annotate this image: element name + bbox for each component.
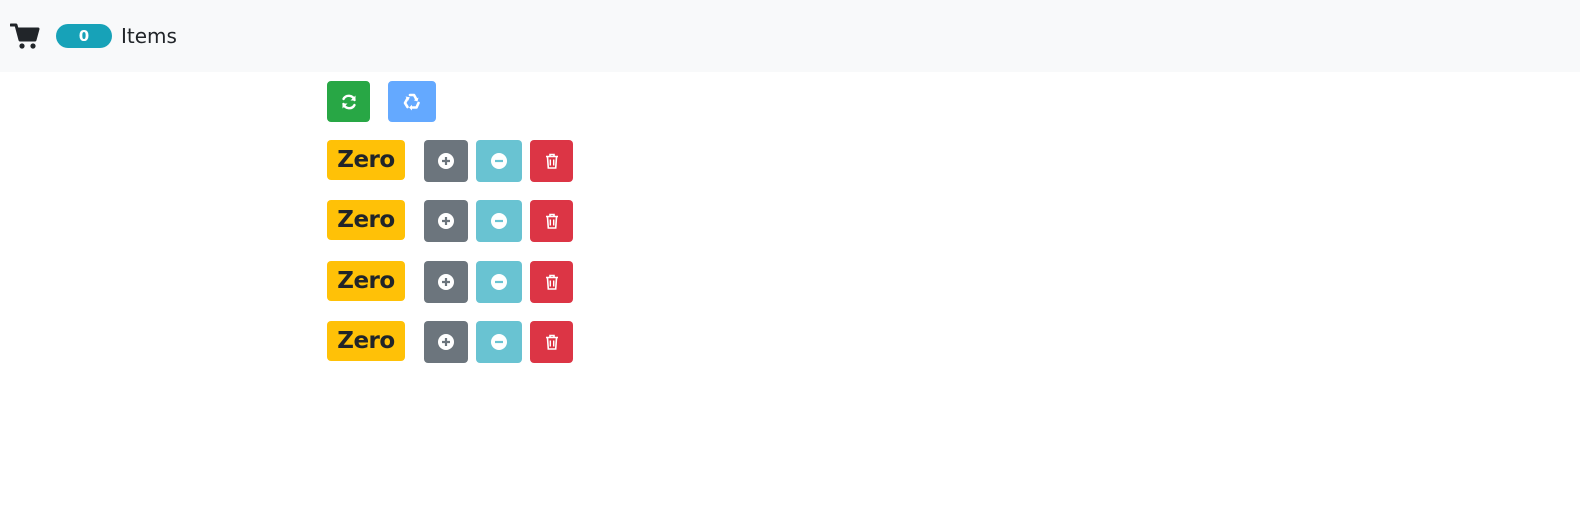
counter-row: Zero <box>0 321 1580 363</box>
counter-row: Zero <box>0 200 1580 242</box>
counter-row: Zero <box>0 140 1580 182</box>
minus-circle-icon <box>491 334 507 350</box>
trash-icon <box>545 213 559 229</box>
plus-circle-icon <box>438 334 454 350</box>
plus-circle-icon <box>438 213 454 229</box>
trash-icon <box>545 274 559 290</box>
trash-icon <box>545 334 559 350</box>
refresh-icon <box>340 93 358 111</box>
increment-button[interactable] <box>424 140 468 182</box>
plus-circle-icon <box>438 274 454 290</box>
increment-button[interactable] <box>424 200 468 242</box>
minus-circle-icon <box>491 213 507 229</box>
counter-value-badge: Zero <box>327 321 405 361</box>
increment-button[interactable] <box>424 261 468 303</box>
counter-value-badge: Zero <box>327 261 405 301</box>
decrement-button[interactable] <box>476 261 522 303</box>
delete-button[interactable] <box>530 200 573 242</box>
shopping-cart-icon <box>10 22 40 50</box>
delete-button[interactable] <box>530 140 573 182</box>
counter-value-badge: Zero <box>327 200 405 240</box>
item-count-badge: 0 <box>56 24 112 48</box>
delete-button[interactable] <box>530 321 573 363</box>
minus-circle-icon <box>491 153 507 169</box>
plus-circle-icon <box>438 153 454 169</box>
minus-circle-icon <box>491 274 507 290</box>
recycle-button[interactable] <box>388 81 436 122</box>
counter-row: Zero <box>0 261 1580 303</box>
recycle-icon <box>402 92 422 112</box>
counter-value-badge: Zero <box>327 140 405 180</box>
decrement-button[interactable] <box>476 321 522 363</box>
items-label: Items <box>121 24 177 48</box>
navbar: 0 Items <box>0 0 1580 72</box>
refresh-button[interactable] <box>327 81 370 122</box>
decrement-button[interactable] <box>476 200 522 242</box>
delete-button[interactable] <box>530 261 573 303</box>
trash-icon <box>545 153 559 169</box>
decrement-button[interactable] <box>476 140 522 182</box>
increment-button[interactable] <box>424 321 468 363</box>
